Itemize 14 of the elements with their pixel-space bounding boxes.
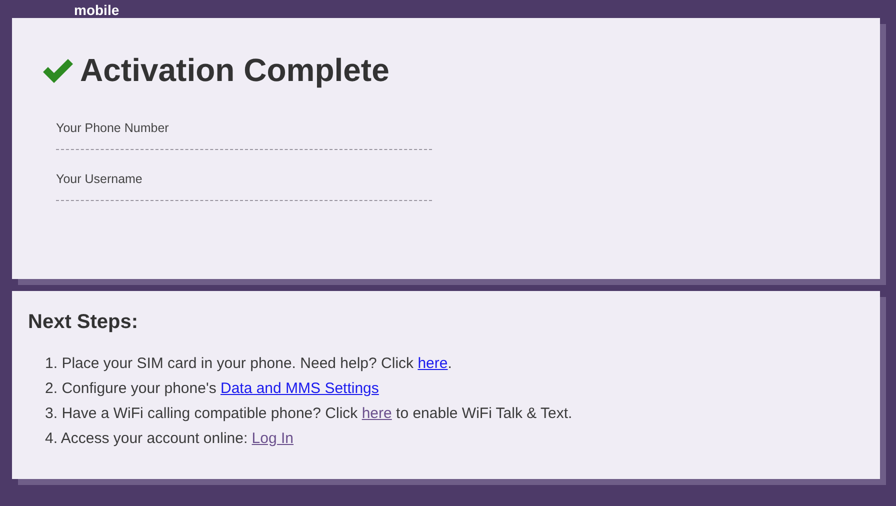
step-link[interactable]: Data and MMS Settings (220, 380, 379, 397)
step-item: 3. Have a WiFi calling compatible phone? Click here to enable WiFi Talk & Text. (45, 404, 574, 424)
step-item: 2. Configure your phone's Data and MMS Settings (45, 379, 380, 399)
step-item: 4. Access your account online: Log In (45, 429, 295, 449)
step-item: 1. Place your SIM card in your phone. Need help? Click here. (45, 354, 453, 374)
step-link[interactable]: here (418, 355, 448, 372)
field-label: Your Phone Number (56, 121, 170, 135)
page-title: Activation Complete (80, 52, 390, 89)
step-link[interactable]: here (362, 405, 392, 422)
section-heading: Next Steps: (28, 311, 140, 334)
checkmark-icon (42, 58, 74, 84)
step-link[interactable]: Log In (252, 430, 294, 447)
field-label: Your Username (56, 172, 144, 186)
logo: mobile (74, 2, 120, 18)
